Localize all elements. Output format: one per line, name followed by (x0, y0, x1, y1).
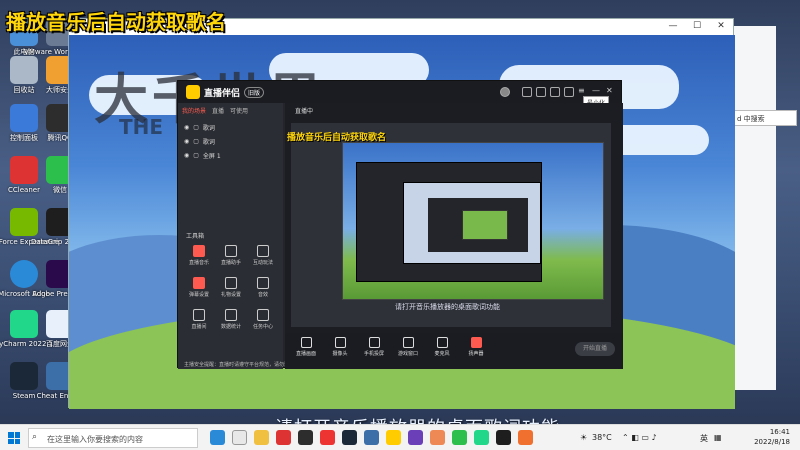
maximize-icon[interactable]: ☐ (689, 21, 705, 31)
tool-button[interactable]: 礼物设置 (218, 277, 244, 298)
taskbar-taskview-icon[interactable] (232, 430, 247, 445)
assistant-icon (225, 245, 237, 257)
app-bottom-bar: 直播画面 摄像头 手机投屏 游戏窗口 麦克风 扬声器 开始直播 (285, 333, 623, 369)
taskbar-clock[interactable]: 16:41 2022/8/18 (754, 427, 790, 447)
toolbox-title: 工具箱 (186, 233, 205, 240)
taskbar-app-icon[interactable] (320, 430, 335, 445)
scene-item[interactable]: ◉ ▢ 歌词 (184, 137, 215, 146)
geforce-icon (10, 208, 38, 236)
bottom-button[interactable]: 手机投屏 (359, 337, 389, 357)
edge-icon (10, 260, 38, 288)
taskbar-app-icon[interactable] (298, 430, 313, 445)
eye-icon[interactable]: ◉ (184, 124, 189, 131)
taskbar-app-icon[interactable] (364, 430, 379, 445)
message-icon[interactable] (522, 87, 532, 97)
taskbar: 在这里输入你要搜索的内容 ⌕ ☀ 38°C ⌃ ◧ ▭ ♪ 英 ▦ 16:41 … (0, 424, 800, 450)
tab-live[interactable]: 直播 (212, 106, 224, 115)
taskbar-app-icon[interactable] (496, 430, 511, 445)
music-icon (193, 245, 205, 257)
stats-icon (225, 309, 237, 321)
taskbar-explorer-icon[interactable] (254, 430, 269, 445)
taskbar-app-icon[interactable] (430, 430, 445, 445)
search-icon: ⌕ (32, 432, 38, 442)
window-icon (402, 337, 414, 348)
bottom-button[interactable]: 直播画面 (291, 337, 321, 357)
lock-icon[interactable]: ▢ (193, 152, 199, 159)
eye-icon[interactable]: ◉ (184, 152, 189, 159)
lock-icon[interactable]: ▢ (193, 138, 199, 145)
tool-button[interactable]: 弹幕设置 (186, 277, 212, 298)
scene-item[interactable]: ◉ ▢ 歌词 (184, 123, 215, 132)
overlay-caption-top: 播放音乐后自动获取歌名 (6, 10, 226, 34)
tool-button[interactable]: 任务中心 (250, 309, 276, 330)
taskbar-app-icon[interactable] (518, 430, 533, 445)
sound-icon (257, 277, 269, 289)
control-panel-icon (10, 104, 38, 132)
inner-subtitle: 请打开音乐播放器的桌面歌词功能 (395, 303, 500, 311)
tab-available[interactable]: 可使用 (230, 106, 248, 115)
lock-icon[interactable]: ▢ (193, 124, 199, 131)
ime-icon[interactable]: ▦ (714, 433, 722, 442)
nested-preview-4 (462, 210, 508, 240)
taskbar-app-icon[interactable] (408, 430, 423, 445)
bottom-button[interactable]: 游戏窗口 (393, 337, 423, 357)
steam-icon (10, 362, 38, 390)
ccleaner-icon (10, 156, 38, 184)
taskbar-app-icon[interactable] (386, 430, 401, 445)
scene-subtitle: THE (119, 115, 164, 139)
speaker-icon (470, 337, 482, 348)
bottom-button[interactable]: 摄像头 (325, 337, 355, 357)
tool-button[interactable]: 直播间 (186, 309, 212, 330)
windows-start-icon[interactable] (8, 432, 20, 444)
tool-button[interactable]: 数据统计 (218, 309, 244, 330)
game-icon (257, 245, 269, 257)
phone-icon (368, 337, 380, 348)
bottom-button[interactable]: 扬声器 (461, 337, 491, 357)
explorer-panel: d 中搜索 (730, 26, 797, 390)
explorer-search-input[interactable]: d 中搜索 (733, 110, 797, 126)
camera-icon (334, 337, 346, 348)
tool-button[interactable]: 直播助手 (218, 245, 244, 266)
gift-icon (225, 277, 237, 289)
app-name: 直播伴侣 (204, 89, 241, 99)
scene-item[interactable]: ◉ ▢ 全屏 1 (184, 151, 221, 160)
shirt-icon[interactable] (564, 87, 574, 97)
minimize-icon[interactable]: — (665, 21, 681, 31)
avatar[interactable] (500, 87, 510, 97)
room-icon (193, 309, 205, 321)
weather-icon[interactable]: ☀ (580, 433, 587, 442)
input-language[interactable]: 英 (700, 433, 708, 444)
taskbar-edge-icon[interactable] (210, 430, 225, 445)
app-topbar: 直播伴侣 旧版 ≡ — ✕ 最小化 (178, 81, 621, 109)
weather-text[interactable]: 38°C (592, 433, 612, 442)
pycharm-icon (10, 310, 38, 338)
microphone-icon (436, 337, 448, 348)
app-logo-icon (186, 85, 200, 99)
eye-icon[interactable]: ◉ (184, 138, 189, 145)
taskbar-pycharm-icon[interactable] (474, 430, 489, 445)
recycle-bin-icon (10, 56, 38, 84)
tab-my-scenes[interactable]: 我的场景 (182, 106, 206, 115)
tool-button[interactable]: 互动玩法 (250, 245, 276, 266)
task-icon (257, 309, 269, 321)
danmaku-icon (193, 277, 205, 289)
version-badge[interactable]: 旧版 (244, 87, 265, 98)
gift-icon[interactable] (536, 87, 546, 97)
close-icon[interactable]: ✕ (713, 21, 729, 31)
taskbar-steam-icon[interactable] (342, 430, 357, 445)
settings-icon[interactable] (550, 87, 560, 97)
tray-icons[interactable]: ⌃ ◧ ▭ ♪ (622, 433, 657, 442)
start-live-button[interactable]: 开始直播 (575, 342, 615, 356)
taskbar-app-icon[interactable] (452, 430, 467, 445)
preview-tab[interactable]: 直播中 (295, 106, 313, 115)
bottom-button[interactable]: 麦克风 (427, 337, 457, 357)
taskbar-app-icon[interactable] (276, 430, 291, 445)
tool-button[interactable]: 直播音乐 (186, 245, 212, 266)
app-left-panel: 我的场景 直播 可使用 ◉ ▢ 歌词 ◉ ▢ 歌词 ◉ ▢ 全屏 1 工具箱 直播音乐 直播… (178, 103, 309, 369)
screen-icon (300, 337, 312, 348)
tool-button[interactable]: 音效 (250, 277, 276, 298)
taskbar-search-input[interactable]: 在这里输入你要搜索的内容 (28, 428, 198, 448)
